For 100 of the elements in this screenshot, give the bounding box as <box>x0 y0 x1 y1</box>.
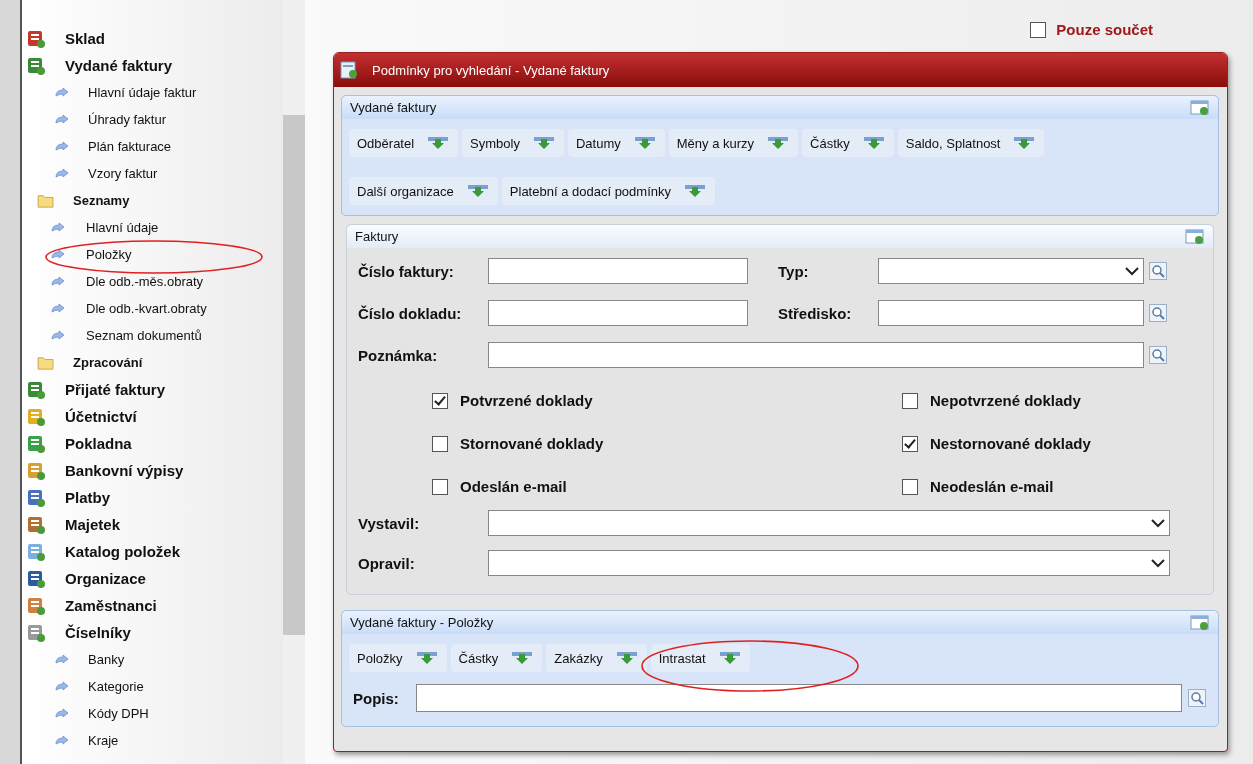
search-icon[interactable] <box>1149 304 1167 322</box>
filter-dropdown-button[interactable]: Měny a kurzy <box>668 129 799 157</box>
sidebar-item[interactable]: Seznam dokumentů <box>22 322 283 349</box>
sidebar-item[interactable]: Sklad <box>22 25 283 52</box>
sidebar-item[interactable]: Vzory faktur <box>22 160 283 187</box>
arrow-icon <box>50 275 66 288</box>
arrow-icon <box>54 113 70 126</box>
arrow-icon <box>50 248 66 261</box>
arrow-down-icon <box>768 136 789 150</box>
select-field[interactable] <box>878 258 1144 284</box>
input-field[interactable] <box>878 300 1144 326</box>
module-icon <box>26 622 46 643</box>
sidebar-item[interactable]: Dle odb.-kvart.obraty <box>22 295 283 322</box>
module-icon <box>26 595 46 616</box>
window-icon[interactable] <box>1185 228 1205 245</box>
arrow-down-icon <box>416 651 437 665</box>
arrow-down-icon <box>685 184 705 198</box>
arrow-icon <box>54 86 70 99</box>
filter-checkbox[interactable]: Neodeslán e-mail <box>902 477 1202 496</box>
filter-dropdown-button[interactable]: Platební a dodací podmínky <box>501 177 715 205</box>
sidebar-item[interactable]: Majetek <box>22 511 283 538</box>
sidebar-item[interactable]: Banky <box>22 646 283 673</box>
module-icon <box>26 568 46 589</box>
filter-checkbox[interactable]: Nestornované doklady <box>902 434 1202 453</box>
sidebar-item[interactable]: Pokladna <box>22 430 283 457</box>
select-field[interactable] <box>488 510 1170 536</box>
input-field[interactable] <box>488 258 748 284</box>
sidebar-item[interactable]: Položky <box>22 241 283 268</box>
sidebar-item[interactable]: Účetnictví <box>22 403 283 430</box>
sidebar-item[interactable]: Katalog položek <box>22 538 283 565</box>
module-icon <box>26 487 46 508</box>
module-icon <box>26 433 46 454</box>
select-field[interactable] <box>488 550 1170 576</box>
window-icon[interactable] <box>1190 99 1210 116</box>
sidebar-item[interactable]: Kategorie <box>22 673 283 700</box>
arrow-icon <box>50 221 66 234</box>
sidebar-item[interactable]: Bankovní výpisy <box>22 457 283 484</box>
filter-dropdown-button[interactable]: Datumy <box>567 129 665 157</box>
sidebar-item[interactable]: Platby <box>22 484 283 511</box>
filter-dropdown-button[interactable]: Částky <box>450 644 543 672</box>
filter-checkbox[interactable]: Nepotvrzené doklady <box>902 391 1202 410</box>
arrow-icon <box>54 707 70 720</box>
module-icon <box>26 460 46 481</box>
sidebar-item[interactable]: Hlavní údaje faktur <box>22 79 283 106</box>
input-field[interactable] <box>488 300 748 326</box>
input-field[interactable] <box>488 342 1144 368</box>
search-icon[interactable] <box>1188 689 1206 707</box>
filter-dropdown-button[interactable]: Odběratel <box>349 129 459 157</box>
window-icon[interactable] <box>1190 614 1210 631</box>
filter-checkbox[interactable]: Potvrzené doklady <box>432 391 902 410</box>
faktury-section: Faktury Číslo faktury: Typ: Číslo dokladu: Středisko: Poznámka: Potvrzené doklady Nepotvrzené doklady Stornované doklady Nestornované doklady Odeslán e-mail Neodeslán e-mail Vystavil: Opravil: <box>346 224 1214 595</box>
input-field[interactable] <box>416 684 1182 712</box>
folder-icon <box>37 355 55 370</box>
sidebar-item[interactable]: Číselníky <box>22 619 283 646</box>
filter-checkbox[interactable]: Odeslán e-mail <box>432 477 902 496</box>
arrow-icon <box>50 302 66 315</box>
chevron-down-icon <box>1125 266 1139 276</box>
folder-icon <box>37 193 55 208</box>
sidebar-item[interactable]: Přijaté faktury <box>22 376 283 403</box>
search-icon[interactable] <box>1149 262 1167 280</box>
arrow-icon <box>54 680 70 693</box>
arrow-down-icon <box>1014 136 1035 150</box>
arrow-down-icon <box>467 184 488 198</box>
arrow-icon <box>54 653 70 666</box>
filter-dropdown-button[interactable]: Intrastat <box>650 644 750 672</box>
invoice-section: Vydané faktury Odběratel Symboly Datumy Měny a kurzy Částky Saldo, Splatnost Další organizace Platební a dodací podmínky <box>341 95 1219 216</box>
sum-only-checkbox[interactable]: Pouze součet <box>1030 21 1153 38</box>
module-icon <box>26 379 46 400</box>
filter-checkbox[interactable]: Stornované doklady <box>432 434 902 453</box>
arrow-icon <box>54 734 70 747</box>
arrow-down-icon <box>533 136 554 150</box>
arrow-down-icon <box>863 136 884 150</box>
arrow-down-icon <box>634 136 655 150</box>
filter-dropdown-button[interactable]: Zakázky <box>546 644 647 672</box>
filter-dropdown-button[interactable]: Symboly <box>462 129 564 157</box>
filter-dropdown-button[interactable]: Položky <box>349 644 447 672</box>
filter-dropdown-button[interactable]: Další organizace <box>349 177 498 205</box>
sidebar-item[interactable]: Úhrady faktur <box>22 106 283 133</box>
scrollbar-thumb[interactable] <box>283 115 305 635</box>
sidebar-item[interactable]: Zaměstnanci <box>22 592 283 619</box>
module-icon <box>26 55 46 76</box>
filter-dropdown-button[interactable]: Částky <box>802 129 894 157</box>
sidebar-item[interactable]: Dle odb.-měs.obraty <box>22 268 283 295</box>
sidebar-item[interactable]: Zpracování <box>22 349 283 376</box>
arrow-down-icon <box>616 651 637 665</box>
module-icon <box>26 514 46 535</box>
search-icon[interactable] <box>1149 346 1167 364</box>
module-icon <box>26 28 46 49</box>
document-icon <box>340 61 358 79</box>
sidebar-item[interactable]: Plán fakturace <box>22 133 283 160</box>
sidebar-item[interactable]: Seznamy <box>22 187 283 214</box>
sidebar-item[interactable]: Hlavní údaje <box>22 214 283 241</box>
sidebar-item[interactable]: Vydané faktury <box>22 52 283 79</box>
chevron-down-icon <box>1151 558 1165 568</box>
arrow-down-icon <box>512 651 533 665</box>
sidebar-item[interactable]: Organizace <box>22 565 283 592</box>
filter-dropdown-button[interactable]: Saldo, Splatnost <box>897 129 1045 157</box>
sidebar-item[interactable]: Kraje <box>22 727 283 754</box>
module-icon <box>26 541 46 562</box>
sidebar-item[interactable]: Kódy DPH <box>22 700 283 727</box>
